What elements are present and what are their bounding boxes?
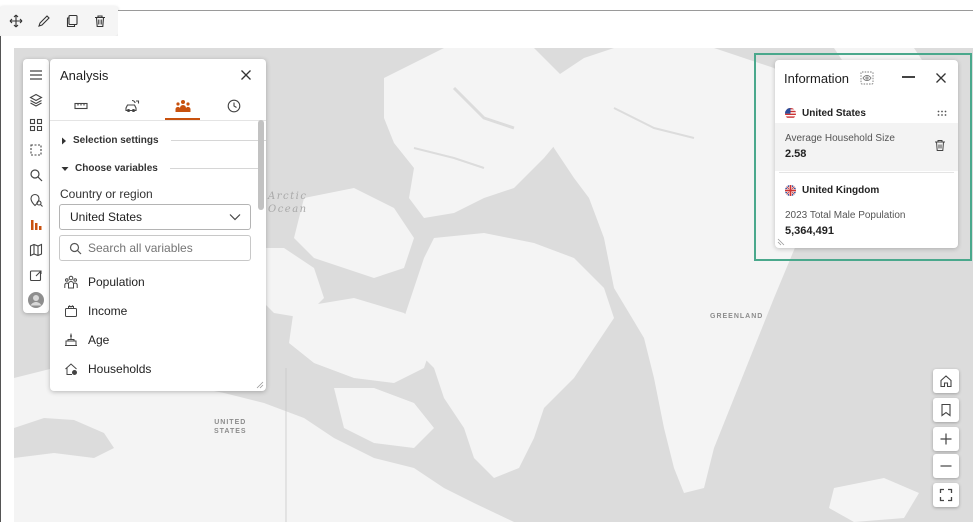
card-country: United Kingdom — [802, 185, 880, 196]
left-toolbar — [23, 59, 49, 313]
zoom-in-button[interactable] — [933, 427, 959, 451]
fullscreen-button[interactable] — [933, 483, 959, 507]
variable-label: Population — [88, 275, 145, 289]
variable-label: Age — [88, 333, 110, 347]
pencil-icon[interactable] — [34, 11, 54, 31]
bookmark-button[interactable] — [933, 398, 959, 422]
analysis-scrollbar[interactable] — [258, 120, 264, 210]
information-panel: Information United States Average Househ… — [775, 60, 958, 248]
location-search-icon[interactable] — [25, 187, 47, 212]
clock-icon — [227, 99, 240, 113]
trash-icon[interactable] — [934, 139, 946, 152]
bookmark-icon — [941, 403, 951, 417]
minimize-icon[interactable] — [902, 76, 915, 78]
variable-label: Income — [88, 304, 128, 318]
tabs-divider — [50, 120, 266, 121]
card-header[interactable]: United States — [785, 108, 866, 119]
edit-toolbar — [0, 6, 118, 36]
fullscreen-icon — [939, 488, 953, 502]
choose-variables-section[interactable]: Choose variables — [61, 163, 262, 174]
analysis-tabs — [50, 92, 266, 120]
card-value: 2.58 — [785, 148, 807, 160]
zoom-out-button[interactable] — [933, 454, 959, 478]
income-icon — [65, 305, 77, 317]
card-metric: 2023 Total Male Population — [785, 210, 906, 221]
eye-icon[interactable] — [860, 71, 874, 85]
population-icon — [64, 275, 78, 289]
select-rectangle-icon[interactable] — [25, 137, 47, 162]
trash-icon[interactable] — [90, 11, 110, 31]
variable-population[interactable]: Population — [64, 271, 145, 293]
zoom-in-icon — [940, 433, 952, 445]
move-icon[interactable] — [6, 11, 26, 31]
selected-card-bg — [775, 123, 958, 171]
analysis-bars-icon[interactable] — [25, 213, 47, 238]
tab-ruler[interactable] — [55, 92, 106, 120]
country-value: United States — [70, 210, 143, 224]
country-label: Country or region — [60, 187, 153, 201]
zoom-out-icon — [940, 465, 952, 467]
share-icon[interactable] — [25, 263, 47, 288]
selection-settings-label: Selection settings — [73, 135, 159, 146]
tab-car-route[interactable] — [106, 92, 157, 120]
chevron-down-icon — [61, 166, 69, 171]
ruler-icon — [73, 102, 88, 110]
uk-flag-icon — [785, 185, 796, 196]
qr-grid-icon[interactable] — [25, 112, 47, 137]
search-icon[interactable] — [25, 162, 47, 187]
analysis-title: Analysis — [60, 68, 109, 83]
car-route-icon — [124, 99, 139, 113]
arctic-ocean-label: Arctic Ocean — [268, 191, 308, 215]
country-select[interactable]: United States — [59, 204, 251, 230]
menu-icon[interactable] — [25, 62, 47, 87]
resize-handle-icon[interactable] — [777, 238, 785, 246]
close-icon[interactable] — [240, 68, 254, 82]
age-icon — [65, 333, 77, 346]
united-states-label: UNITED STATES — [214, 419, 247, 435]
search-icon — [69, 242, 82, 254]
section-rule — [170, 140, 266, 141]
variable-income[interactable]: Income — [64, 300, 127, 322]
variable-households[interactable]: Households — [64, 358, 151, 380]
households-icon — [65, 363, 77, 375]
title-strip — [118, 10, 973, 37]
card-header[interactable]: United Kingdom — [785, 185, 879, 196]
analysis-panel: Analysis Selection settings Choose varia… — [50, 59, 266, 391]
selection-settings-section[interactable]: Selection settings — [61, 135, 266, 146]
home-button[interactable] — [933, 369, 959, 393]
card-divider — [779, 172, 954, 173]
tab-clock[interactable] — [208, 92, 259, 120]
tab-demographics[interactable] — [157, 92, 208, 120]
resize-handle-icon[interactable] — [256, 381, 264, 389]
layers-icon[interactable] — [25, 87, 47, 112]
us-flag-icon — [785, 108, 796, 119]
drag-handle-icon[interactable] — [937, 110, 947, 117]
avatar-icon[interactable] — [25, 288, 47, 313]
variable-label: Households — [88, 362, 152, 376]
chevron-down-icon — [229, 214, 241, 221]
choose-variables-label: Choose variables — [75, 163, 158, 174]
map-icon[interactable] — [25, 238, 47, 263]
section-rule — [169, 168, 262, 169]
information-title: Information — [784, 71, 850, 86]
search-variables-input[interactable] — [88, 241, 238, 255]
card-country: United States — [802, 108, 866, 119]
chevron-right-icon — [62, 137, 66, 144]
demographics-icon — [175, 100, 190, 112]
close-icon[interactable] — [935, 72, 947, 84]
duplicate-icon[interactable] — [62, 11, 82, 31]
greenland-label: GREENLAND — [710, 313, 764, 320]
search-variables-box[interactable] — [59, 235, 251, 261]
variable-age[interactable]: Age — [64, 329, 109, 351]
card-value: 5,364,491 — [785, 225, 834, 237]
home-icon — [940, 375, 952, 388]
card-metric: Average Household Size — [785, 133, 895, 144]
